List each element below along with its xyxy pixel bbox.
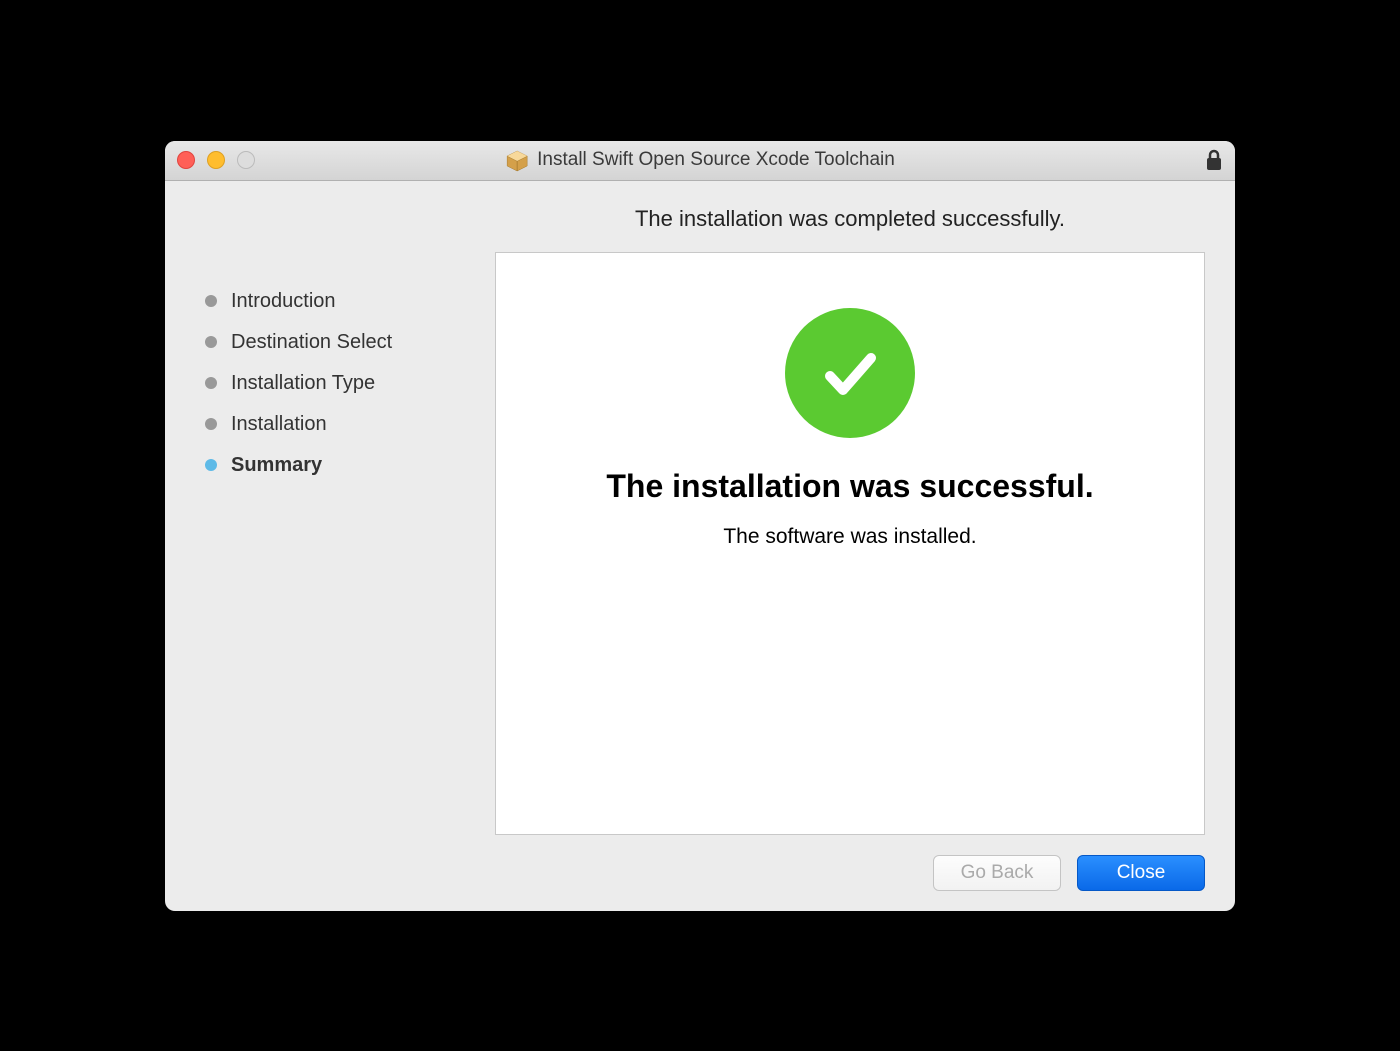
installer-window: Install Swift Open Source Xcode Toolchai… (165, 141, 1235, 911)
success-subtitle: The software was installed. (723, 525, 976, 549)
sidebar: Introduction Destination Select Installa… (195, 181, 495, 891)
sidebar-item-label: Introduction (231, 290, 336, 313)
title-center: Install Swift Open Source Xcode Toolchai… (505, 148, 895, 172)
bullet-icon (205, 377, 217, 389)
window-title: Install Swift Open Source Xcode Toolchai… (537, 149, 895, 171)
sidebar-item-label: Destination Select (231, 331, 392, 354)
minimize-window-button[interactable] (207, 151, 225, 169)
bullet-icon (205, 295, 217, 307)
main-area: Introduction Destination Select Installa… (195, 181, 1205, 891)
close-window-button[interactable] (177, 151, 195, 169)
sidebar-item-destination: Destination Select (205, 322, 495, 363)
success-title: The installation was successful. (606, 468, 1093, 505)
traffic-lights (177, 151, 255, 169)
content-area: Introduction Destination Select Installa… (165, 181, 1235, 911)
sidebar-item-label: Installation Type (231, 372, 375, 395)
zoom-window-button (237, 151, 255, 169)
sidebar-item-installation-type: Installation Type (205, 363, 495, 404)
success-checkmark-icon (785, 308, 915, 438)
titlebar: Install Swift Open Source Xcode Toolchai… (165, 141, 1235, 181)
button-row: Go Back Close (495, 835, 1205, 891)
right-panel: The installation was completed successfu… (495, 181, 1205, 891)
header-text: The installation was completed successfu… (495, 181, 1205, 252)
bullet-icon (205, 418, 217, 430)
close-button[interactable]: Close (1077, 855, 1205, 891)
sidebar-item-installation: Installation (205, 404, 495, 445)
sidebar-item-label: Installation (231, 413, 327, 436)
lock-icon[interactable] (1205, 149, 1223, 171)
bullet-icon (205, 336, 217, 348)
bullet-icon (205, 459, 217, 471)
content-box: The installation was successful. The sof… (495, 252, 1205, 835)
sidebar-item-summary: Summary (205, 445, 495, 486)
go-back-button: Go Back (933, 855, 1061, 891)
sidebar-item-label: Summary (231, 454, 322, 477)
package-icon (505, 148, 529, 172)
sidebar-item-introduction: Introduction (205, 281, 495, 322)
